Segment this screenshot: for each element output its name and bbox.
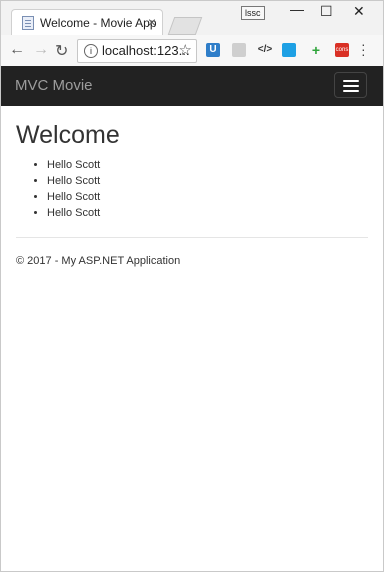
list-item: Hello Scott (47, 205, 368, 221)
extension-windows-icon[interactable] (282, 43, 296, 57)
tab-close-button[interactable]: × (148, 14, 156, 30)
title-bar: Welcome - Movie App × lssc — ☐ ✕ (1, 1, 383, 36)
list-item: Hello Scott (47, 189, 368, 205)
main-content: Welcome Hello Scott Hello Scott Hello Sc… (16, 119, 368, 221)
navbar-brand[interactable]: MVC Movie (15, 77, 93, 94)
hamburger-icon (343, 80, 359, 82)
back-button[interactable]: ← (9, 41, 25, 59)
extension-cons-icon[interactable]: cons (335, 43, 349, 57)
footer-divider (16, 237, 368, 238)
browser-tab[interactable]: Welcome - Movie App × (11, 9, 163, 36)
reload-button[interactable]: ↻ (55, 41, 68, 61)
extension-u-icon[interactable]: U (206, 43, 220, 57)
list-item: Hello Scott (47, 157, 368, 173)
site-navbar: MVC Movie (1, 66, 383, 106)
browser-window: Welcome - Movie App × lssc — ☐ ✕ ← → ↻ i… (0, 0, 384, 572)
close-window-button[interactable]: ✕ (353, 3, 365, 20)
greeting-list: Hello Scott Hello Scott Hello Scott Hell… (16, 157, 368, 221)
user-profile-badge[interactable]: lssc (241, 6, 265, 20)
footer-text: © 2017 - My ASP.NET Application (16, 255, 181, 267)
bookmark-star-icon[interactable]: ☆ (179, 41, 192, 59)
tab-title: Welcome - Movie App (40, 16, 157, 30)
browser-toolbar: ← → ↻ i localhost:123... ☆ U </> + cons … (1, 35, 383, 67)
info-icon[interactable]: i (84, 44, 98, 58)
maximize-button[interactable]: ☐ (320, 3, 333, 20)
navbar-toggle-button[interactable] (334, 72, 367, 98)
extension-document-icon[interactable] (232, 43, 246, 57)
extension-code-icon[interactable]: </> (256, 43, 274, 57)
page-icon (22, 16, 34, 30)
browser-menu-icon[interactable]: · · · (361, 37, 366, 61)
new-tab-button[interactable] (167, 17, 203, 35)
minimize-button[interactable]: — (290, 1, 304, 17)
address-bar[interactable]: i localhost:123... ☆ (77, 39, 197, 63)
forward-button[interactable]: → (33, 41, 49, 59)
page-title: Welcome (16, 121, 120, 149)
extension-plus-icon[interactable]: + (309, 43, 323, 57)
list-item: Hello Scott (47, 173, 368, 189)
url-text[interactable]: localhost:123... (102, 43, 189, 58)
